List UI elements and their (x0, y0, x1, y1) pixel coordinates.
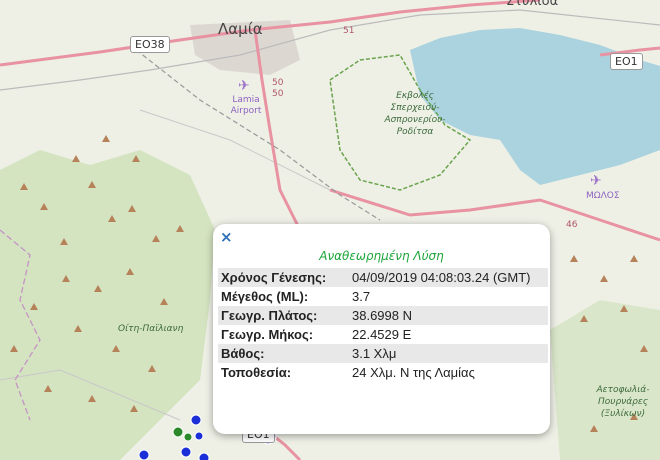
table-row: Τοποθεσία: 24 Χλμ. Ν της Λαμίας (218, 363, 548, 382)
magnitude-value: 3.7 (352, 289, 371, 304)
table-row: Γεωγρ. Πλάτος: 38.6998 N (218, 306, 548, 325)
city-label-stylida: Στυλίδα (506, 0, 559, 9)
origin-time-value: 04/09/2019 04:08:03.24 (GMT) (352, 270, 531, 285)
latitude-label: Γεωγρ. Πλάτος: (221, 308, 318, 323)
location-value: 24 Χλμ. Ν της Λαμίας (352, 365, 475, 380)
depth-label: Βάθος: (221, 346, 265, 361)
molos-label: ΜΩΛΟΣ (586, 191, 620, 201)
earthquake-info-popup: × Αναθεωρημένη Λύση Χρόνος Γένεσης: 04/0… (213, 224, 550, 434)
longitude-value: 22.4529 E (352, 327, 412, 342)
airport-icon: ✈ (590, 173, 602, 189)
longitude-label: Γεωγρ. Μήκος: (221, 327, 314, 342)
close-icon[interactable]: × (220, 228, 233, 246)
table-row: Βάθος: 3.1 Χλμ (218, 344, 548, 363)
road-number-50a: 50 (272, 78, 284, 88)
estuary-label: Εκβολές Σπερχειού-Ασπρονερίου-Ροδίτσα (384, 91, 446, 137)
road-number-51: 51 (343, 26, 355, 36)
depth-value: 3.1 Χλμ (352, 346, 397, 361)
earthquake-marker (198, 452, 210, 460)
forest-area-south (550, 300, 660, 460)
airport-label: Lamia Airport (230, 95, 262, 116)
airport-icon: ✈ (238, 78, 250, 94)
aetofolia-label: Αετοφωλιά-Πουρνάρες (Ξυλίκων) (596, 385, 650, 419)
location-label: Τοποθεσία: (221, 365, 292, 380)
earthquake-marker (172, 426, 184, 438)
latitude-value: 38.6998 N (352, 308, 412, 323)
earthquake-info-table: Χρόνος Γένεσης: 04/09/2019 04:08:03.24 (… (218, 268, 548, 382)
earthquake-marker (138, 449, 150, 460)
magnitude-label: Μέγεθος (ML): (221, 289, 309, 304)
table-row: Γεωγρ. Μήκος: 22.4529 E (218, 325, 548, 344)
road-number-50b: 50 (272, 89, 284, 99)
earthquake-marker (183, 432, 193, 442)
earthquake-marker (190, 414, 202, 426)
table-row: Μέγεθος (ML): 3.7 (218, 287, 548, 306)
city-label-lamia: Λαμία (218, 20, 263, 38)
road-number-46: 46 (566, 220, 578, 230)
oiti-label: Οίτη-Παϊλιανη (118, 324, 184, 334)
road-shield-eo1: ΕΟ1 (610, 53, 643, 70)
road-shield-eo38: ΕΟ38 (130, 36, 170, 53)
earthquake-marker (194, 431, 204, 441)
origin-time-label: Χρόνος Γένεσης: (221, 270, 327, 285)
popup-title: Αναθεωρημένη Λύση (319, 249, 444, 263)
table-row: Χρόνος Γένεσης: 04/09/2019 04:08:03.24 (… (218, 268, 548, 287)
earthquake-marker (180, 446, 192, 458)
